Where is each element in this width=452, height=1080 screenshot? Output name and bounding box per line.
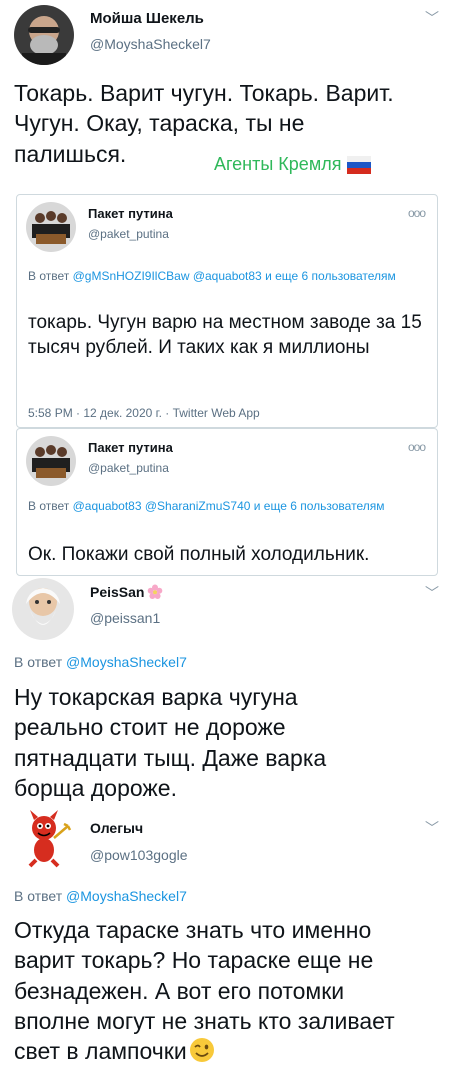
- avatar-peissan-image: [12, 578, 74, 640]
- avatar-moysha-image: [14, 5, 74, 65]
- quote2-reply-prefix: В ответ: [28, 499, 70, 513]
- quote2-more-icon[interactable]: ooo: [408, 440, 426, 454]
- avatar-moysha[interactable]: [14, 5, 74, 65]
- avatar-paket-1[interactable]: [26, 202, 76, 252]
- avatar-paket-image: [26, 202, 76, 252]
- tweet3-menu-chevron-icon[interactable]: ﹀: [425, 818, 439, 838]
- quote1-text: токарь. Чугун варю на местном заводе за …: [28, 312, 422, 359]
- quote1-reply-line: В ответ @gMSnHOZI9IlCBaw @aquabot83 и ещ…: [28, 268, 418, 284]
- quote2-reply-line: В ответ @aquabot83 @SharaniZmuS740 и еще…: [28, 498, 418, 514]
- quote1-more-icon[interactable]: ooo: [408, 206, 426, 220]
- tweet1-author-name[interactable]: Мойша Шекель: [90, 10, 204, 27]
- quote1-reply-prefix: В ответ: [28, 269, 70, 283]
- tweet2-reply-mention[interactable]: @MoyshaSheckel7: [66, 654, 187, 670]
- tweet2-author[interactable]: PeisSan: [90, 584, 163, 600]
- tweet2-text: Ну токарская варка чугуна реально стоит …: [14, 684, 327, 802]
- tweet2-reply-line: В ответ @MoyshaSheckel7: [14, 654, 187, 670]
- quote1-reply-suffix[interactable]: и еще 6 пользователям: [265, 269, 396, 283]
- tweet2-menu-chevron-icon[interactable]: ﹀: [425, 583, 439, 603]
- avatar-olegych[interactable]: [16, 808, 72, 868]
- tweet1-menu-chevron-icon[interactable]: ﹀: [425, 8, 439, 28]
- quote2-reply-mentions[interactable]: @aquabot83 @SharaniZmuS740: [73, 499, 251, 513]
- quote1-author-handle[interactable]: @paket_putina: [88, 227, 169, 241]
- tweet3-author-handle[interactable]: @pow103gogle: [90, 847, 188, 863]
- cherry-blossom-icon: [147, 584, 163, 600]
- tweet3-reply-line: В ответ @MoyshaSheckel7: [14, 888, 187, 904]
- quote1-meta[interactable]: 5:58 PM · 12 дек. 2020 г. · Twitter Web …: [28, 406, 260, 420]
- tweet1-author-handle[interactable]: @MoyshaSheckel7: [90, 36, 211, 52]
- tweet1-tag: Агенты Кремля: [214, 154, 372, 175]
- quote2-text: Ок. Покажи свой полный холодильник.: [28, 544, 370, 565]
- tweet3-text-wrap: Откуда тараске знать что именно варит то…: [14, 915, 424, 1067]
- tweet2-author-name[interactable]: PeisSan: [90, 584, 144, 600]
- tweet3-author-name[interactable]: Олегыч: [90, 820, 143, 836]
- avatar-peissan[interactable]: [12, 578, 74, 640]
- tweet2-author-handle[interactable]: @peissan1: [90, 610, 160, 626]
- russian-flag-icon: [347, 155, 372, 174]
- winking-face-icon: [189, 1037, 215, 1063]
- quote2-reply-suffix[interactable]: и еще 6 пользователям: [254, 499, 385, 513]
- tweet3-reply-mention[interactable]: @MoyshaSheckel7: [66, 888, 187, 904]
- avatar-paket-2[interactable]: [26, 436, 76, 486]
- avatar-paket-image-2: [26, 436, 76, 486]
- quote2-author-name[interactable]: Пакет путина: [88, 440, 173, 455]
- avatar-olegych-image: [16, 808, 72, 868]
- quote1-reply-mentions[interactable]: @gMSnHOZI9IlCBaw @aquabot83: [73, 269, 262, 283]
- tweet3-reply-prefix: В ответ: [14, 888, 63, 904]
- tweet2-reply-prefix: В ответ: [14, 654, 63, 670]
- quote1-author-name[interactable]: Пакет путина: [88, 206, 173, 221]
- tweet1-tag-text: Агенты Кремля: [214, 154, 342, 174]
- quote2-author-handle[interactable]: @paket_putina: [88, 461, 169, 475]
